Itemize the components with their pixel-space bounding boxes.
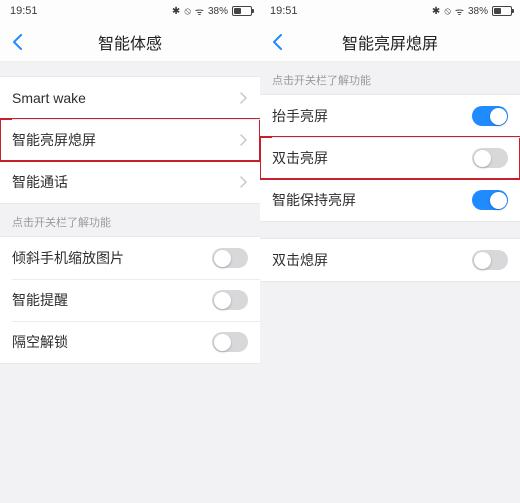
dnd-icon: ⦸ <box>444 6 451 17</box>
back-button[interactable] <box>8 32 28 52</box>
row-label: 双击亮屏 <box>272 148 328 168</box>
chevron-left-icon <box>272 34 284 50</box>
wifi-icon: ᯤ <box>455 4 464 18</box>
bluetooth-icon: ✱ <box>432 6 440 17</box>
status-right: ✱ ⦸ ᯤ 38% <box>432 4 512 18</box>
nav-row-smart-call[interactable]: 智能通话 <box>0 161 260 203</box>
battery-pct: 38% <box>208 6 228 17</box>
left-nav-list: Smart wake 智能亮屏熄屏 智能通话 <box>0 76 260 204</box>
nav-row-smart-wake[interactable]: Smart wake <box>0 77 260 119</box>
bluetooth-icon: ✱ <box>172 6 180 17</box>
toggle-switch[interactable] <box>212 248 248 268</box>
page-title: 智能亮屏熄屏 <box>342 30 438 54</box>
row-label: 智能保持亮屏 <box>272 190 356 210</box>
status-time: 19:51 <box>270 5 298 17</box>
wifi-icon: ᯤ <box>195 4 204 18</box>
section-hint: 点击开关栏了解功能 <box>260 62 520 94</box>
row-label: 隔空解锁 <box>12 332 68 352</box>
row-label: 智能提醒 <box>12 290 68 310</box>
chevron-right-icon <box>240 134 248 146</box>
back-button[interactable] <box>268 32 288 52</box>
status-time: 19:51 <box>10 5 38 17</box>
toggle-row-double-tap-wake[interactable]: 双击亮屏 <box>260 137 520 179</box>
nav-bar: 智能体感 <box>0 22 260 62</box>
row-label: 智能亮屏熄屏 <box>12 130 96 150</box>
right-toggle-list-2: 双击熄屏 <box>260 238 520 282</box>
dnd-icon: ⦸ <box>184 6 191 17</box>
right-toggle-list-1: 抬手亮屏 双击亮屏 智能保持亮屏 <box>260 94 520 222</box>
toggle-switch[interactable] <box>212 290 248 310</box>
status-right: ✱ ⦸ ᯤ 38% <box>172 4 252 18</box>
nav-bar: 智能亮屏熄屏 <box>260 22 520 62</box>
section-hint: 点击开关栏了解功能 <box>0 204 260 236</box>
toggle-row-double-tap-sleep[interactable]: 双击熄屏 <box>260 239 520 281</box>
toggle-row-tilt-zoom[interactable]: 倾斜手机缩放图片 <box>0 237 260 279</box>
row-label: 智能通话 <box>12 172 68 192</box>
phone-left: 19:51 ✱ ⦸ ᯤ 38% 智能体感 Smart wake <box>0 0 260 503</box>
row-label: Smart wake <box>12 90 86 106</box>
battery-icon <box>492 6 512 16</box>
toggle-switch[interactable] <box>212 332 248 352</box>
row-label: 抬手亮屏 <box>272 106 328 126</box>
left-toggle-list: 倾斜手机缩放图片 智能提醒 隔空解锁 <box>0 236 260 364</box>
toggle-row-smart-stay[interactable]: 智能保持亮屏 <box>260 179 520 221</box>
phone-right: 19:51 ✱ ⦸ ᯤ 38% 智能亮屏熄屏 点击开关栏了解功能 抬手亮屏 <box>260 0 520 503</box>
row-label: 双击熄屏 <box>272 250 328 270</box>
toggle-switch[interactable] <box>472 250 508 270</box>
chevron-left-icon <box>12 34 24 50</box>
toggle-row-air-unlock[interactable]: 隔空解锁 <box>0 321 260 363</box>
toggle-switch[interactable] <box>472 148 508 168</box>
toggle-switch[interactable] <box>472 190 508 210</box>
nav-row-smart-screen[interactable]: 智能亮屏熄屏 <box>0 119 260 161</box>
battery-icon <box>232 6 252 16</box>
chevron-right-icon <box>240 176 248 188</box>
chevron-right-icon <box>240 92 248 104</box>
page-title: 智能体感 <box>98 30 162 54</box>
battery-pct: 38% <box>468 6 488 17</box>
status-bar: 19:51 ✱ ⦸ ᯤ 38% <box>260 0 520 22</box>
toggle-row-raise-wake[interactable]: 抬手亮屏 <box>260 95 520 137</box>
row-label: 倾斜手机缩放图片 <box>12 248 124 268</box>
toggle-row-smart-remind[interactable]: 智能提醒 <box>0 279 260 321</box>
dual-screenshot: 19:51 ✱ ⦸ ᯤ 38% 智能体感 Smart wake <box>0 0 520 503</box>
toggle-switch[interactable] <box>472 106 508 126</box>
status-bar: 19:51 ✱ ⦸ ᯤ 38% <box>0 0 260 22</box>
